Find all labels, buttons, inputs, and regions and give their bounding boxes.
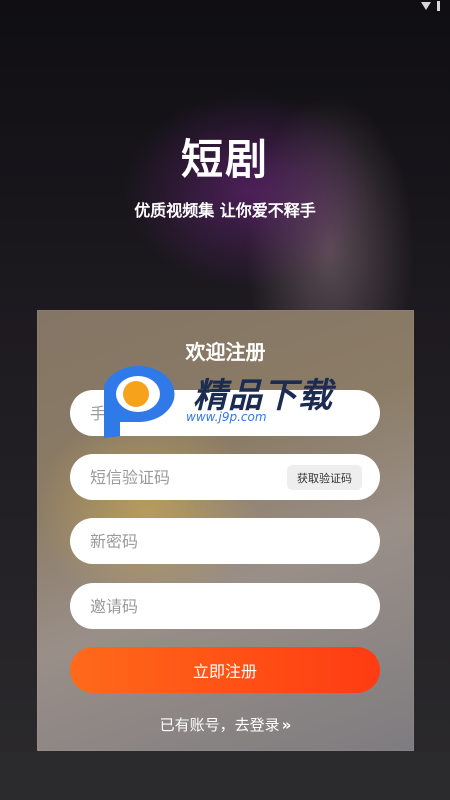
login-link-text: 已有账号，去登录	[159, 716, 280, 734]
new-password-input[interactable]	[88, 530, 380, 552]
register-button[interactable]: 立即注册	[70, 647, 380, 693]
watermark-logo-icon	[104, 366, 175, 438]
battery-icon	[437, 1, 440, 11]
watermark-url: www.j9p.com	[186, 410, 267, 424]
app-title: 短剧	[180, 135, 269, 184]
double-chevron-right-icon: »	[281, 716, 292, 734]
status-bar	[0, 0, 450, 18]
invite-code-input[interactable]	[88, 595, 380, 617]
bottom-bar	[0, 752, 450, 800]
app-tagline: 优质视频集 让你爱不释手	[134, 201, 316, 220]
watermark: 精品下载 www.j9p.com	[100, 358, 360, 438]
get-code-button[interactable]: 获取验证码	[287, 465, 362, 490]
new-password-field[interactable]	[70, 518, 380, 564]
invite-code-field[interactable]	[70, 583, 380, 629]
login-link[interactable]: 已有账号，去登录»	[37, 714, 414, 735]
status-icons	[421, 1, 440, 11]
sms-code-field[interactable]: 获取验证码	[70, 454, 380, 500]
wifi-icon	[421, 2, 431, 10]
